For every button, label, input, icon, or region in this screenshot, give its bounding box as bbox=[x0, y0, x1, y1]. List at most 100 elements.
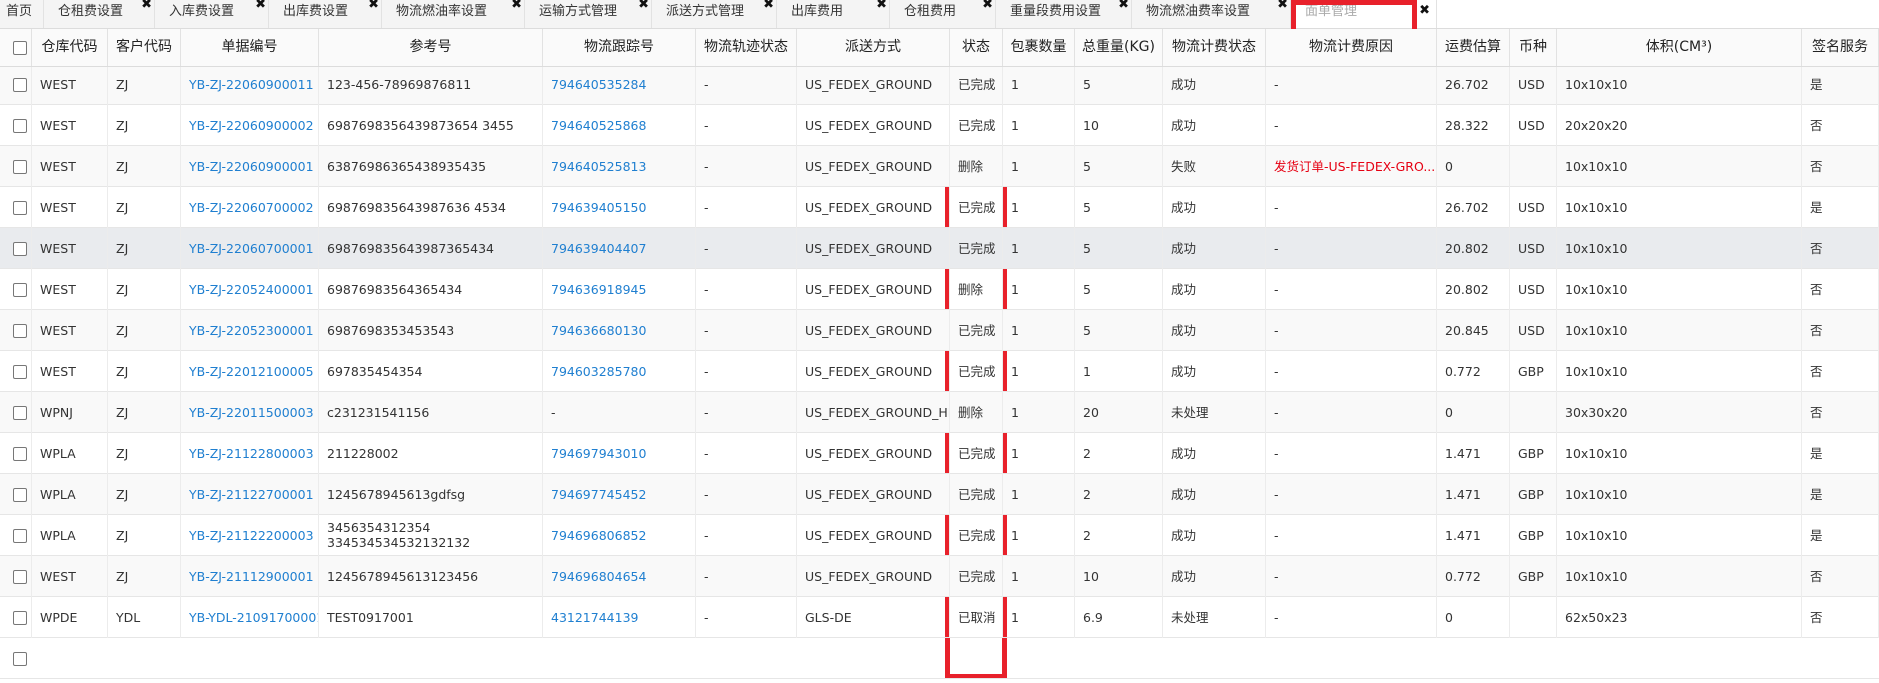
table-cell: - bbox=[696, 474, 797, 515]
table-cell: 10x10x10 bbox=[1557, 269, 1802, 310]
col-header[interactable]: 仓库代码 bbox=[32, 29, 108, 66]
table-cell[interactable]: YB-ZJ-21112900001 bbox=[181, 556, 319, 597]
table-cell[interactable]: YB-ZJ-21122800003 bbox=[181, 433, 319, 474]
close-icon[interactable]: ✖ bbox=[876, 0, 887, 12]
table-cell[interactable]: YB-ZJ-22060900001 bbox=[181, 146, 319, 187]
tab-2[interactable]: 入库费设置 ✖ bbox=[155, 0, 269, 28]
table-cell[interactable]: YB-YDL-21091700001 bbox=[181, 597, 319, 638]
table-cell: 成功 bbox=[1163, 556, 1266, 597]
table-cell: US_FEDEX_GROUND_HD bbox=[797, 392, 950, 433]
table-cell[interactable]: YB-ZJ-21122700001 bbox=[181, 474, 319, 515]
table-cell[interactable]: 794640525813 bbox=[543, 146, 696, 187]
table-cell[interactable]: 794636680130 bbox=[543, 310, 696, 351]
table-cell[interactable]: 43121744139 bbox=[543, 597, 696, 638]
tab-5[interactable]: 运输方式管理 ✖ bbox=[525, 0, 652, 28]
tab-10[interactable]: 物流燃油费率设置 ✖ bbox=[1132, 0, 1291, 28]
col-header[interactable]: 运费估算 bbox=[1437, 29, 1510, 66]
table-row[interactable]: WEST ZJ YB-ZJ-22060700001 69876983564398736… bbox=[0, 228, 1879, 269]
tab-6[interactable]: 派送方式管理 ✖ bbox=[652, 0, 777, 28]
tab-11[interactable]: 面单管理 ✖ bbox=[1291, 0, 1437, 28]
col-header[interactable]: 物流跟踪号 bbox=[543, 29, 696, 66]
table-cell[interactable]: YB-ZJ-22052400001 bbox=[181, 269, 319, 310]
table-cell: 已完成 bbox=[950, 351, 1003, 392]
close-icon[interactable]: ✖ bbox=[638, 0, 649, 12]
tab-4[interactable]: 物流燃油率设置 ✖ bbox=[382, 0, 525, 28]
col-header[interactable]: 单据编号 bbox=[181, 29, 319, 66]
table-header: 仓库代码 客户代码 单据编号 参考号 物流跟踪号 物流轨迹状态 派送方式 状态 包裹数量 总重量(… bbox=[0, 29, 1879, 67]
table-cell[interactable]: YB-ZJ-22012100005 bbox=[181, 351, 319, 392]
table-cell[interactable]: 794639405150 bbox=[543, 187, 696, 228]
table-cell: 5 bbox=[1075, 310, 1163, 351]
table-row[interactable]: WEST ZJ YB-ZJ-21112900001 12456789456131234… bbox=[0, 556, 1879, 597]
table-cell: 未处理 bbox=[1163, 597, 1266, 638]
tab-8[interactable]: 仓租费用 ✖ bbox=[890, 0, 996, 28]
table-row[interactable]: WEST ZJ YB-ZJ-22060900011 123-456-789698768… bbox=[0, 64, 1879, 105]
tab-0[interactable]: 首页 bbox=[0, 0, 44, 28]
close-icon[interactable]: ✖ bbox=[368, 0, 379, 12]
table-cell[interactable]: 794697745452 bbox=[543, 474, 696, 515]
col-header[interactable]: 物流轨迹状态 bbox=[696, 29, 797, 66]
table-cell: 5 bbox=[1075, 187, 1163, 228]
tab-1[interactable]: 仓租费设置 ✖ bbox=[44, 0, 155, 28]
table-cell[interactable]: 794696806852 bbox=[543, 515, 696, 556]
close-icon[interactable]: ✖ bbox=[511, 0, 522, 12]
table-cell[interactable]: 794639404407 bbox=[543, 228, 696, 269]
table-cell[interactable]: 794636918945 bbox=[543, 269, 696, 310]
table-row[interactable]: WEST ZJ YB-ZJ-22052400001 69876983564365434… bbox=[0, 269, 1879, 310]
table-cell: 26.702 bbox=[1437, 64, 1510, 105]
col-header[interactable]: 参考号 bbox=[319, 29, 543, 66]
col-header[interactable]: 总重量(KG) bbox=[1075, 29, 1163, 66]
col-header[interactable]: 物流计费状态 bbox=[1163, 29, 1266, 66]
close-icon[interactable]: ✖ bbox=[1118, 0, 1129, 12]
col-header[interactable]: 体积(CM³) bbox=[1557, 29, 1802, 66]
table-cell[interactable]: YB-ZJ-22052300001 bbox=[181, 310, 319, 351]
col-header[interactable]: 签名服务 bbox=[1802, 29, 1879, 66]
table-row[interactable]: WPDE YDL YB-YDL-21091700001 TEST0917001 4312… bbox=[0, 597, 1879, 638]
close-icon[interactable]: ✖ bbox=[763, 0, 774, 12]
table-cell: 未处理 bbox=[1163, 392, 1266, 433]
col-header[interactable]: 派送方式 bbox=[797, 29, 950, 66]
table-cell[interactable]: 794640525868 bbox=[543, 105, 696, 146]
close-icon[interactable]: ✖ bbox=[255, 0, 266, 12]
col-header-select bbox=[0, 29, 32, 66]
tab-9[interactable]: 重量段费用设置 ✖ bbox=[996, 0, 1132, 28]
table-cell: US_FEDEX_GROUND bbox=[797, 310, 950, 351]
table-cell[interactable]: YB-ZJ-22060900002 bbox=[181, 105, 319, 146]
table-cell[interactable]: 794640535284 bbox=[543, 64, 696, 105]
table-cell[interactable]: 794697943010 bbox=[543, 433, 696, 474]
table-row[interactable]: WPLA ZJ YB-ZJ-21122800003 211228002 79469794… bbox=[0, 433, 1879, 474]
table-row[interactable]: WEST ZJ YB-ZJ-22060900001 63876986365438935… bbox=[0, 146, 1879, 187]
table-row[interactable]: WPLA ZJ YB-ZJ-21122200003 3456354312354 3345… bbox=[0, 515, 1879, 556]
col-header[interactable]: 币种 bbox=[1510, 29, 1557, 66]
table-row[interactable]: WPLA ZJ YB-ZJ-21122700001 1245678945613gdfs… bbox=[0, 474, 1879, 515]
table-cell[interactable]: YB-ZJ-22060700001 bbox=[181, 228, 319, 269]
table-cell: 0.772 bbox=[1437, 556, 1510, 597]
tab-7[interactable]: 出库费用 ✖ bbox=[777, 0, 890, 28]
table-cell[interactable]: 794603285780 bbox=[543, 351, 696, 392]
col-header[interactable]: 状态 bbox=[950, 29, 1003, 66]
table-row[interactable]: WEST ZJ YB-ZJ-22060700002 69876983564398763… bbox=[0, 187, 1879, 228]
col-header[interactable]: 物流计费原因 bbox=[1266, 29, 1437, 66]
table-row[interactable]: WPNJ ZJ YB-ZJ-22011500003 c231231541156- - US… bbox=[0, 392, 1879, 433]
table-cell[interactable]: YB-ZJ-22060700002 bbox=[181, 187, 319, 228]
table-cell: US_FEDEX_GROUND bbox=[797, 187, 950, 228]
row-checkbox[interactable] bbox=[13, 652, 27, 666]
close-icon[interactable]: ✖ bbox=[1419, 4, 1430, 18]
table-cell: 62x50x23 bbox=[1557, 597, 1802, 638]
col-header[interactable]: 包裹数量 bbox=[1003, 29, 1075, 66]
close-icon[interactable]: ✖ bbox=[141, 0, 152, 12]
table-cell[interactable]: YB-ZJ-22011500003 bbox=[181, 392, 319, 433]
table-cell[interactable]: YB-ZJ-21122200003 bbox=[181, 515, 319, 556]
table-row[interactable]: WEST ZJ YB-ZJ-22012100005 697835454354 79460… bbox=[0, 351, 1879, 392]
tab-bar-empty bbox=[1437, 0, 1879, 28]
table-cell: WEST bbox=[32, 228, 108, 269]
table-row[interactable]: WEST ZJ YB-ZJ-22052300001 6987698353453543 7… bbox=[0, 310, 1879, 351]
table-cell[interactable]: 794696804654 bbox=[543, 556, 696, 597]
col-header[interactable]: 客户代码 bbox=[108, 29, 181, 66]
close-icon[interactable]: ✖ bbox=[982, 0, 993, 12]
table-cell: - bbox=[1266, 64, 1437, 105]
tab-3[interactable]: 出库费设置 ✖ bbox=[269, 0, 382, 28]
table-cell[interactable]: YB-ZJ-22060900011 bbox=[181, 64, 319, 105]
table-row[interactable]: WEST ZJ YB-ZJ-22060900002 69876983564398736… bbox=[0, 105, 1879, 146]
close-icon[interactable]: ✖ bbox=[1277, 0, 1288, 12]
